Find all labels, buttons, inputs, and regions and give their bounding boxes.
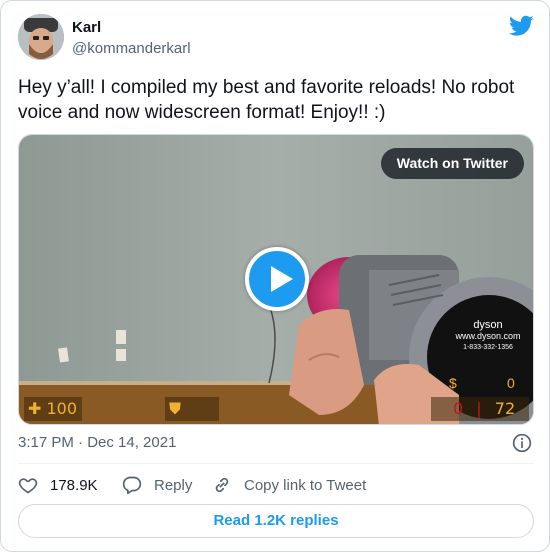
like-count: 178.9K: [50, 476, 98, 494]
author-avatar[interactable]: [18, 14, 64, 60]
play-button[interactable]: [245, 247, 309, 311]
device-brand: dyson: [473, 319, 503, 331]
health-cross-icon: ✚: [28, 399, 42, 418]
hud-ammo-reserve: 72: [494, 399, 516, 418]
hud-armor-value: 100: [169, 423, 200, 424]
play-icon: [271, 266, 293, 292]
copy-link-button[interactable]: Copy link to Tweet: [212, 474, 366, 496]
twitter-bird-icon[interactable]: [509, 15, 534, 37]
tweet-text: Hey y’all! I compiled my best and favori…: [18, 77, 515, 123]
hud-health-value: 100: [46, 399, 78, 418]
reply-label: Reply: [154, 476, 193, 494]
tweet-timestamp[interactable]: 3:17 PM · Dec 14, 2021: [18, 434, 176, 451]
hud-ammo-separator: |: [476, 399, 482, 418]
read-replies-button[interactable]: Read 1.2K replies: [18, 504, 534, 538]
hud-ammo: 0 | 72: [431, 397, 529, 421]
hud-money-value: 0: [507, 375, 515, 391]
speech-bubble-icon: [122, 476, 142, 495]
divider: [18, 463, 534, 464]
heart-icon: [18, 478, 38, 494]
shield-icon: ⛊: [169, 399, 182, 418]
hud-ammo-clip: 0: [453, 399, 464, 418]
hud-armor: ⛊ 100: [165, 397, 219, 424]
like-button[interactable]: 178.9K: [18, 474, 98, 496]
link-icon: [215, 477, 229, 493]
reply-button[interactable]: Reply: [122, 474, 192, 496]
tweet-embed-card: Karl @kommanderkarl Hey y’all! I compile…: [0, 0, 550, 552]
author-name[interactable]: Karl: [72, 19, 101, 36]
device-phone: 1-833-332-1356: [463, 344, 513, 351]
watch-on-twitter-button[interactable]: Watch on Twitter: [380, 148, 524, 179]
author-handle[interactable]: @kommanderkarl: [72, 40, 191, 57]
hud-money-symbol: $: [449, 375, 457, 391]
avatar-image: [18, 14, 64, 60]
device-label: dyson www.dyson.com 1-833-332-1356: [449, 320, 527, 353]
hud-health: ✚ 100: [24, 397, 82, 421]
copy-label: Copy link to Tweet: [244, 476, 367, 494]
device-url: www.dyson.com: [455, 331, 521, 341]
video-player[interactable]: Watch on Twitter ✚ 100 ⛊ 100 $ 0 0 | 72 …: [18, 134, 534, 425]
info-circle-icon[interactable]: [512, 433, 532, 453]
